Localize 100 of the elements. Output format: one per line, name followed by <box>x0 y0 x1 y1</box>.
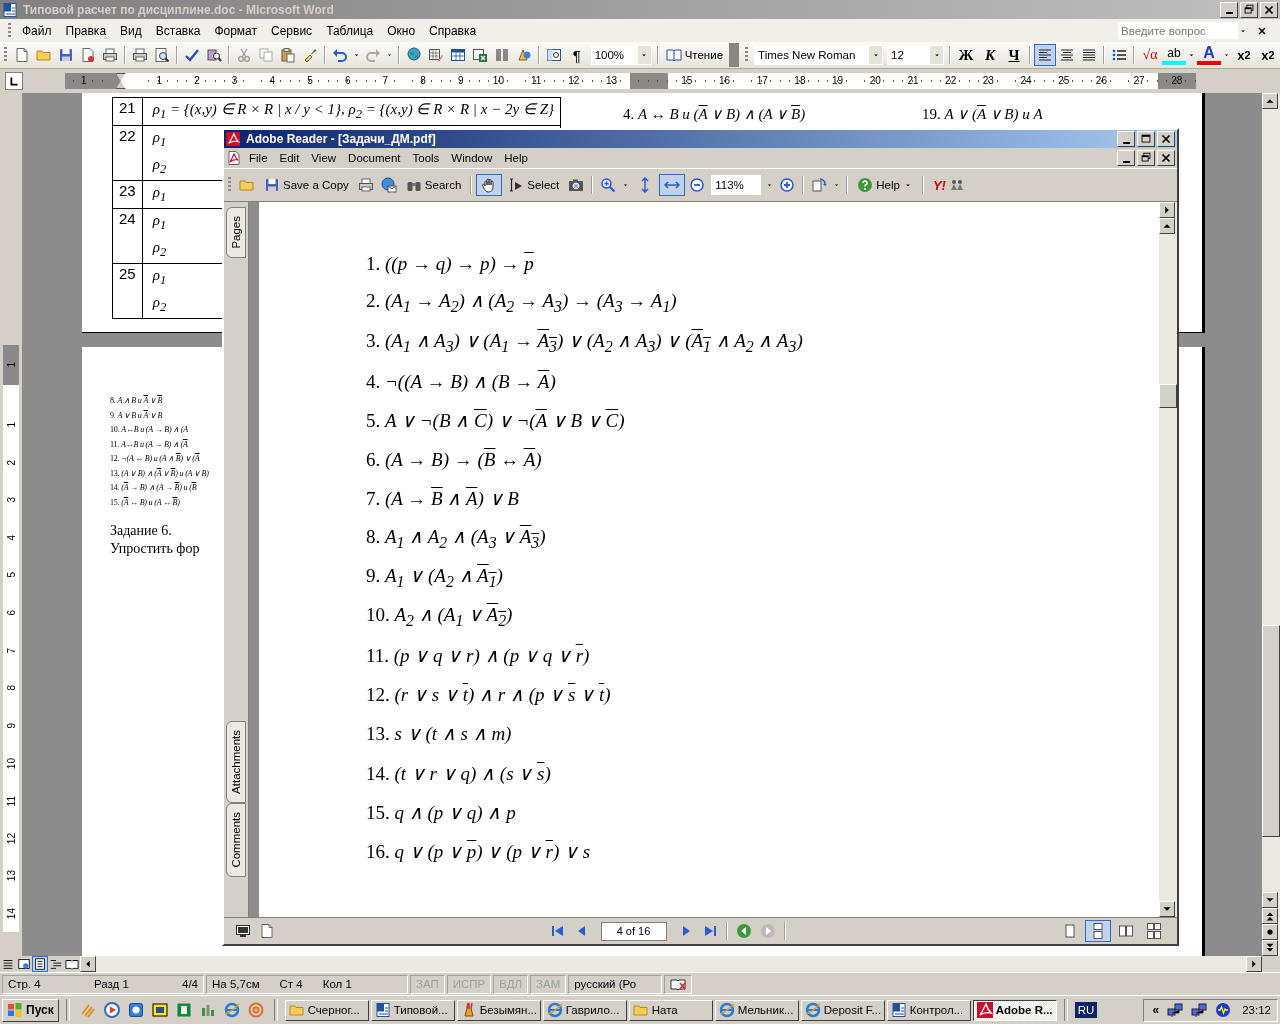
taskbar-button[interactable]: Adobe R... <box>972 999 1057 1021</box>
help-search-field[interactable]: Введите вопрос <box>1118 22 1238 39</box>
indent-marker[interactable] <box>115 73 126 89</box>
menu-item[interactable]: Файл <box>15 21 59 40</box>
scroll-left-button[interactable] <box>80 956 96 972</box>
formula: 3. (A$_{1}$ ∧ A$_{3}$) ∨ (A$_{1}$ → A$_{3}$) ∨ (A$_{2}$ ∧ A$_{3}$) ∨ (A$_{1}$ ∧ A$_{2}$ ∧ A$_{3}$) <box>366 328 803 356</box>
clock: 23:12 <box>1242 1004 1271 1016</box>
menu-item[interactable]: Окно <box>380 21 423 40</box>
show-formatting-button[interactable]: ¶ <box>564 44 589 66</box>
taskbar-button[interactable]: Типовой... <box>370 999 455 1021</box>
fit-width-icon[interactable] <box>659 174 686 196</box>
reading-button[interactable]: Чтение <box>661 44 728 66</box>
menu-item[interactable]: Формат <box>207 21 265 40</box>
formula: 16. q ∨ (p ∨ p) ∨ (p ∨ r) ∨ s <box>366 839 591 863</box>
show-hidden-icons-button[interactable]: « <box>1149 1003 1163 1017</box>
menu-item[interactable]: Сервис <box>264 21 320 40</box>
scroll-thumb[interactable] <box>1159 384 1177 408</box>
ruler-number: 13 <box>4 869 18 884</box>
underline-button[interactable]: Ч <box>1002 44 1027 66</box>
close-button[interactable] <box>1157 150 1175 166</box>
menu-item[interactable]: Таблица <box>319 21 381 40</box>
side-tab[interactable]: Comments <box>226 803 246 877</box>
formula: 8. A ∧ B и A ∨ B <box>110 395 163 406</box>
font-field[interactable]: Times New Roman <box>754 45 884 65</box>
web-view-icon[interactable] <box>16 956 32 972</box>
formula: 8. A$_{1}$ ∧ A$_{2}$ ∧ (A$_{3}$ ∨ A$_{3}$) <box>366 524 546 552</box>
expand-button[interactable] <box>1159 202 1175 218</box>
scroll-up-button[interactable] <box>1159 218 1175 234</box>
minimize-button[interactable] <box>1117 150 1135 166</box>
help-button[interactable]: Help <box>852 173 918 197</box>
taskbar-button[interactable]: Безымян... <box>456 999 541 1021</box>
restore-button[interactable] <box>1240 1 1258 18</box>
minimize-button[interactable] <box>1220 1 1238 18</box>
menu-item[interactable]: Document <box>343 152 406 164</box>
close-button[interactable] <box>1260 1 1278 18</box>
ruler-number: 12 <box>554 73 593 89</box>
menu-item[interactable]: Tools <box>407 152 445 164</box>
scroll-right-button[interactable] <box>1246 956 1262 972</box>
menu-item[interactable]: File <box>244 152 273 164</box>
pdf-icon <box>976 1002 993 1018</box>
formula: 5. A ∨ ¬(B ∧ C) ∨ ¬(A ∨ B ∨ C) <box>366 408 625 432</box>
highlight-button[interactable]: ab <box>1161 45 1186 65</box>
minimize-button[interactable] <box>1117 131 1135 147</box>
side-tab[interactable]: Attachments <box>226 721 246 804</box>
maximize-button[interactable] <box>1137 131 1155 147</box>
scroll-down-button[interactable] <box>1159 901 1175 917</box>
font-color-button[interactable]: A <box>1196 45 1221 65</box>
taskbar-button[interactable]: Мельник... <box>714 999 799 1021</box>
vertical-ruler[interactable]: 1 1 2 3 4 5 6 7 8 9 10 11 12 13 14 <box>3 345 19 933</box>
restore-button[interactable] <box>1137 150 1155 166</box>
taskbar-button[interactable]: Гаврило... <box>542 999 627 1021</box>
menu-item[interactable]: Вставка <box>148 21 208 40</box>
search-button[interactable]: Search <box>400 173 467 197</box>
horizontal-scrollbar[interactable] <box>96 956 1246 972</box>
taskbar-button[interactable]: Счерног... <box>284 999 369 1021</box>
taskbar-button[interactable]: Контрол... <box>886 999 971 1021</box>
close-button[interactable] <box>1157 131 1175 147</box>
next-page-button[interactable] <box>1262 940 1278 956</box>
taskbar-button[interactable]: Ната <box>628 999 713 1021</box>
previous-page-button[interactable] <box>1262 908 1278 924</box>
page-number-field[interactable]: 4 of 16 <box>600 921 667 941</box>
hand-tool-icon[interactable] <box>476 174 503 196</box>
menu-item[interactable]: Вид <box>113 21 149 40</box>
font-size-field[interactable]: 12 <box>887 45 945 65</box>
print-layout-icon[interactable] <box>32 956 48 972</box>
zoom-field[interactable]: 113% <box>711 175 762 195</box>
bold-button[interactable]: Ж <box>954 44 979 66</box>
italic-button[interactable]: К <box>978 44 1003 66</box>
scroll-down-button[interactable] <box>1262 892 1278 908</box>
scroll-thumb[interactable] <box>1262 625 1280 837</box>
menu-item[interactable]: Правка <box>58 21 114 40</box>
ruler-number: 14 <box>4 906 18 922</box>
menu-item[interactable]: Edit <box>274 152 305 164</box>
menu-item[interactable]: Справка <box>422 21 484 40</box>
align-left-icon[interactable] <box>1034 44 1056 66</box>
formula: 19. A ∨ (A ∨ B) и A <box>922 105 1044 123</box>
folder-icon <box>288 1002 305 1018</box>
menu-item[interactable]: View <box>306 152 342 164</box>
continuous-pages-icon[interactable] <box>1085 920 1111 942</box>
ruler-number: 15 <box>668 73 706 89</box>
taskbar-button[interactable]: Deposit F... <box>800 999 885 1021</box>
formula: ρ$_{1}$ <box>152 128 167 151</box>
start-button[interactable]: Пуск <box>2 998 59 1022</box>
scroll-up-button[interactable] <box>1262 93 1278 109</box>
menu-item[interactable]: Help <box>499 152 533 164</box>
equation-button[interactable]: √α <box>1137 44 1162 66</box>
ruler-number: 7 <box>366 73 405 89</box>
status-column: Кол 1 <box>322 978 352 990</box>
tab-stop-icon[interactable] <box>5 72 23 90</box>
toolbar-options-button[interactable] <box>729 43 740 67</box>
browse-object-button[interactable] <box>1262 924 1278 940</box>
zoom-field[interactable]: 100% <box>590 45 652 65</box>
book-cross-icon[interactable] <box>670 976 687 992</box>
language-indicator[interactable]: RU <box>1074 1002 1098 1018</box>
menu-item[interactable]: Window <box>446 152 498 164</box>
save-copy-button[interactable]: Save a Copy <box>259 173 354 197</box>
side-tab[interactable]: Pages <box>226 207 246 258</box>
formula: 14. (t ∨ r ∨ q) ∧ (s ∨ s) <box>366 761 551 785</box>
close-icon[interactable] <box>1256 24 1268 37</box>
select-tool-button[interactable]: Select <box>503 173 565 197</box>
